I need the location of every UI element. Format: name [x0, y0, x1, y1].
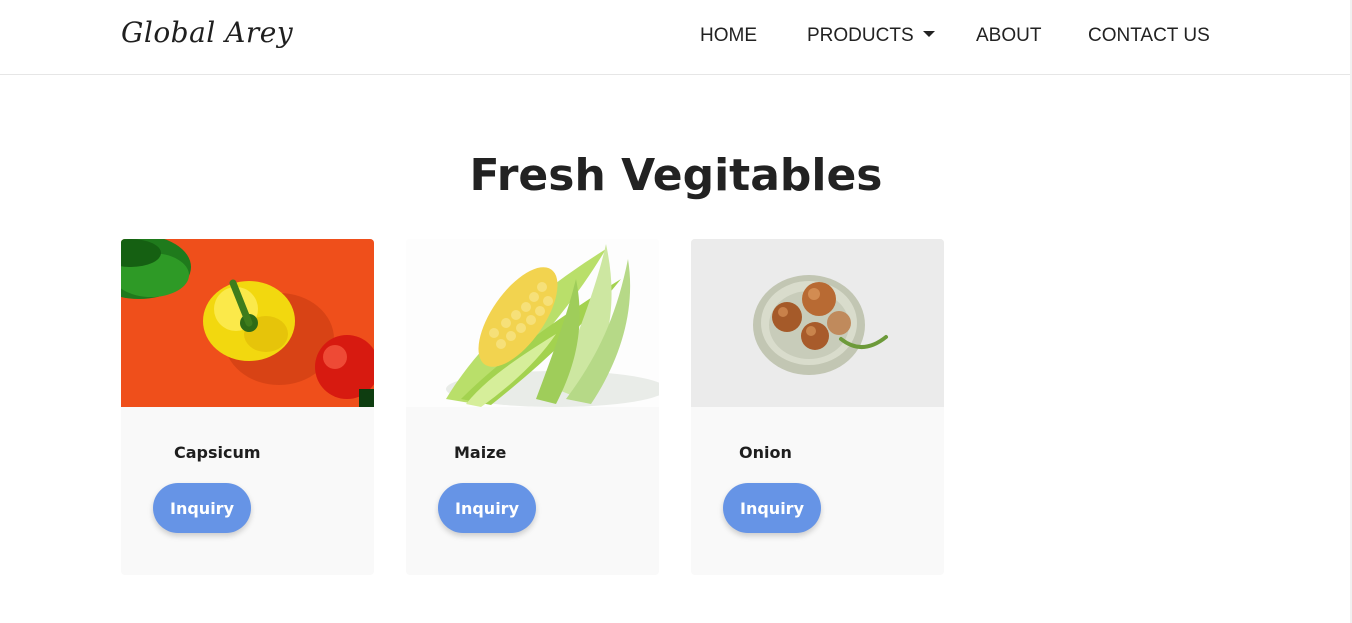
capsicum-image [121, 239, 374, 407]
product-name: Onion [739, 443, 792, 462]
product-name: Capsicum [174, 443, 261, 462]
top-navbar: Global Arey HOME PRODUCTS ABOUT CONTACT … [0, 0, 1352, 75]
nav-products-dropdown[interactable]: PRODUCTS [807, 25, 935, 47]
section-title: Fresh Vegitables [469, 150, 883, 201]
product-name: Maize [454, 443, 507, 462]
product-card-onion: Onion Inquiry [691, 239, 944, 575]
nav-products-label: PRODUCTS [807, 25, 914, 46]
maize-image [406, 239, 659, 407]
nav-contact-link[interactable]: CONTACT US [1088, 25, 1210, 47]
inquiry-button[interactable]: Inquiry [438, 483, 536, 533]
product-card-maize: Maize Inquiry [406, 239, 659, 575]
inquiry-button[interactable]: Inquiry [153, 483, 251, 533]
brand-logo[interactable]: Global Arey [121, 16, 293, 49]
product-card-capsicum: Capsicum Inquiry [121, 239, 374, 575]
nav-about-link[interactable]: ABOUT [976, 25, 1041, 47]
inquiry-button[interactable]: Inquiry [723, 483, 821, 533]
caret-down-icon [922, 30, 935, 37]
nav-home-link[interactable]: HOME [700, 25, 757, 47]
onion-image [691, 239, 944, 407]
